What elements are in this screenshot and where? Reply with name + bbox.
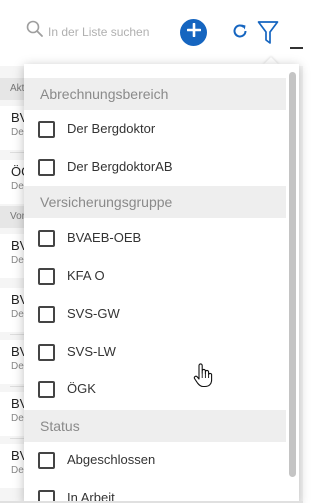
dropdown-scrollbar[interactable] bbox=[289, 72, 296, 477]
option-label: ÖGK bbox=[67, 381, 96, 396]
checkbox[interactable] bbox=[38, 452, 55, 469]
checkbox[interactable] bbox=[38, 121, 55, 138]
option-label: Der BergdoktorAB bbox=[67, 159, 173, 174]
search-input[interactable] bbox=[48, 22, 168, 42]
filter-option-der-bergdoktor[interactable]: Der Bergdoktor bbox=[24, 110, 286, 148]
section-header-status: Status bbox=[24, 410, 286, 442]
checkbox[interactable] bbox=[38, 344, 55, 361]
filter-option-in-arbeit[interactable]: In Arbeit bbox=[24, 479, 286, 503]
checkbox[interactable] bbox=[38, 306, 55, 323]
divider bbox=[290, 47, 303, 49]
refresh-icon bbox=[231, 24, 249, 44]
option-label: Der Bergdoktor bbox=[67, 121, 156, 136]
option-label: SVS-GW bbox=[67, 306, 120, 321]
option-label: KFA O bbox=[67, 268, 105, 283]
section-header-versicherungsgruppe: Versicherungsgruppe bbox=[24, 186, 286, 218]
filter-option-abgeschlossen[interactable]: Abgeschlossen bbox=[24, 441, 286, 479]
filter-button[interactable] bbox=[257, 20, 279, 51]
filter-option-svs-lw[interactable]: SVS-LW bbox=[24, 333, 286, 371]
checkbox[interactable] bbox=[38, 159, 55, 176]
filter-option-oegk[interactable]: ÖGK bbox=[24, 370, 286, 408]
refresh-button[interactable] bbox=[231, 22, 249, 45]
checkbox[interactable] bbox=[38, 381, 55, 398]
option-label: Abgeschlossen bbox=[67, 452, 156, 467]
toolbar bbox=[0, 0, 303, 66]
option-label: SVS-LW bbox=[67, 344, 116, 359]
hand-pointer-icon bbox=[193, 362, 213, 393]
plus-icon bbox=[186, 22, 201, 42]
filter-option-kfa-o[interactable]: KFA O bbox=[24, 257, 286, 295]
filter-option-der-bergdoktorab[interactable]: Der BergdoktorAB bbox=[24, 148, 286, 186]
filter-icon bbox=[257, 21, 279, 50]
section-header-abrechnungsbereich: Abrechnungsbereich bbox=[24, 78, 286, 110]
filter-option-svs-gw[interactable]: SVS-GW bbox=[24, 295, 286, 333]
filter-dropdown: Abrechnungsbereich Der Bergdoktor Der Be… bbox=[24, 64, 299, 503]
option-label: BVAEB-OEB bbox=[67, 230, 142, 245]
add-button[interactable] bbox=[180, 19, 207, 46]
checkbox[interactable] bbox=[38, 230, 55, 247]
checkbox[interactable] bbox=[38, 268, 55, 285]
filter-option-bvaeb-oeb[interactable]: BVAEB-OEB bbox=[24, 219, 286, 257]
search-icon[interactable] bbox=[26, 20, 44, 43]
